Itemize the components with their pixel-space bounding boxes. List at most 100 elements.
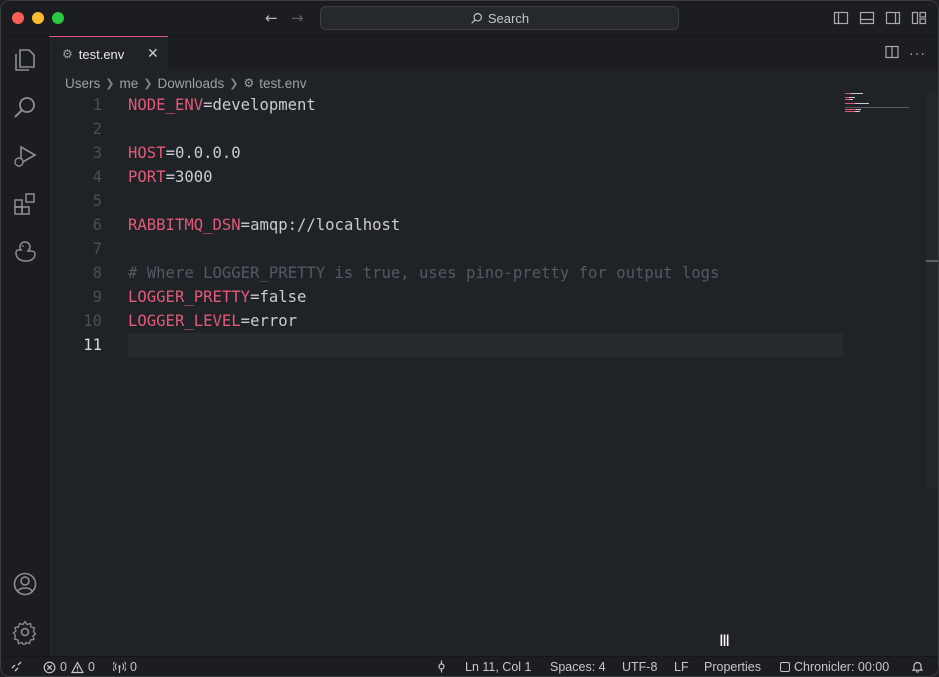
comment-text: # Where LOGGER_PRETTY is true, uses pino… <box>128 264 720 282</box>
code-editor[interactable]: 1 NODE_ENV=development 2 3 HOST=0.0.0.0 4 PORT… <box>49 93 938 656</box>
tab-label: test.env <box>78 46 125 62</box>
env-key: PORT <box>128 168 166 186</box>
indentation-setting[interactable]: Spaces: 4 <box>550 660 606 674</box>
code-line[interactable]: 4 PORT=3000 <box>49 165 843 189</box>
notifications-bell-icon[interactable] <box>911 660 924 673</box>
equals-sign: = <box>240 312 251 330</box>
editor-tab-bar: ⚙ test.env ✕ ··· <box>49 36 938 71</box>
forward-arrow-icon[interactable]: → <box>291 9 304 27</box>
duck-extension-icon[interactable] <box>12 239 38 265</box>
manage-gear-icon[interactable] <box>12 619 38 647</box>
line-content: RABBITMQ_DSN=amqp://localhost <box>128 213 400 237</box>
code-line[interactable]: 9 LOGGER_PRETTY=false <box>49 285 843 309</box>
stop-square-icon <box>780 662 790 672</box>
breadcrumb: Users ❯ me ❯ Downloads ❯ ⚙ test.env <box>65 73 307 93</box>
env-key: LOGGER_LEVEL <box>128 312 241 330</box>
line-number: 2 <box>92 120 102 138</box>
line-content: HOST=0.0.0.0 <box>128 141 241 165</box>
explorer-icon[interactable] <box>12 47 38 73</box>
line-content: # Where LOGGER_PRETTY is true, uses pino… <box>128 261 719 285</box>
error-icon <box>43 661 56 673</box>
equals-sign: = <box>240 216 251 234</box>
line-content: LOGGER_LEVEL=error <box>128 309 297 333</box>
line-number: 1 <box>92 96 102 114</box>
code-line[interactable]: 10 LOGGER_LEVEL=error <box>49 309 843 333</box>
warning-icon <box>70 660 84 673</box>
maximize-window-button[interactable] <box>52 12 64 24</box>
env-value: development <box>212 96 316 114</box>
remote-indicator-icon[interactable] <box>10 660 23 673</box>
vertical-scrollbar[interactable] <box>926 93 938 488</box>
line-number: 9 <box>92 288 102 306</box>
breadcrumb-item-file[interactable]: test.env <box>259 76 306 91</box>
breadcrumb-item-me[interactable]: me <box>119 76 138 91</box>
line-number: 11 <box>83 336 102 354</box>
git-commit-icon[interactable] <box>435 660 448 673</box>
extensions-icon[interactable] <box>12 191 38 217</box>
chronicler-indicator[interactable]: Chronicler: 00:00 <box>780 660 889 674</box>
cursor-position[interactable]: Ln 11, Col 1 <box>465 660 531 674</box>
encoding-setting[interactable]: UTF-8 <box>622 660 657 674</box>
env-key: NODE_ENV <box>128 96 204 114</box>
close-window-button[interactable] <box>12 12 24 24</box>
activity-bar <box>1 36 49 656</box>
code-line[interactable]: 3 HOST=0.0.0.0 <box>49 141 843 165</box>
line-content: PORT=3000 <box>128 165 213 189</box>
env-key: RABBITMQ_DSN <box>128 216 241 234</box>
toggle-panel-icon[interactable] <box>859 10 875 26</box>
env-key: HOST <box>128 144 166 162</box>
code-line[interactable]: 2 <box>49 117 843 141</box>
ports-indicator[interactable]: 0 <box>113 660 137 674</box>
code-line[interactable]: 8 # Where LOGGER_PRETTY is true, uses pin… <box>49 261 843 285</box>
search-sidebar-icon[interactable] <box>12 95 38 121</box>
eol-setting[interactable]: LF <box>674 660 689 674</box>
line-number: 3 <box>92 144 102 162</box>
line-content: NODE_ENV=development <box>128 93 316 117</box>
breadcrumb-item-downloads[interactable]: Downloads <box>157 76 224 91</box>
scrollbar-cursor-marker <box>926 260 938 262</box>
line-number: 5 <box>92 192 102 210</box>
mouse-ibeam-cursor-icon: Ⅲ <box>719 631 731 650</box>
more-actions-icon[interactable]: ··· <box>909 45 926 61</box>
run-and-debug-icon[interactable] <box>12 143 38 169</box>
chevron-right-icon: ❯ <box>105 77 115 90</box>
line-number: 7 <box>92 240 102 258</box>
vscode-window: ← → Search ⚙ test.env ✕ ··· Users ❯ me ❯… <box>0 0 939 677</box>
split-editor-icon[interactable] <box>885 45 899 62</box>
env-value: 3000 <box>174 168 213 186</box>
tab-test-env[interactable]: ⚙ test.env ✕ <box>49 36 168 71</box>
line-number: 4 <box>92 168 102 186</box>
line-number: 8 <box>92 264 102 282</box>
minimap[interactable] <box>845 93 925 133</box>
broadcast-icon <box>113 661 126 673</box>
code-line[interactable]: 5 <box>49 189 843 213</box>
minimize-window-button[interactable] <box>32 12 44 24</box>
code-line[interactable]: 6 RABBITMQ_DSN=amqp://localhost <box>49 213 843 237</box>
back-arrow-icon[interactable]: ← <box>265 9 278 27</box>
code-line[interactable]: 7 <box>49 237 843 261</box>
breadcrumb-item-users[interactable]: Users <box>65 76 100 91</box>
env-value: amqp://localhost <box>250 216 401 234</box>
search-icon <box>471 12 482 24</box>
customize-layout-icon[interactable] <box>911 10 927 26</box>
equals-sign: = <box>203 96 213 114</box>
accounts-icon[interactable] <box>12 571 38 597</box>
language-mode[interactable]: Properties <box>704 660 761 674</box>
chronicler-label: Chronicler: 00:00 <box>794 660 890 674</box>
equals-sign: = <box>165 168 175 186</box>
env-key: LOGGER_PRETTY <box>128 288 251 306</box>
code-line[interactable]: 11 <box>49 333 843 357</box>
env-value: 0.0.0.0 <box>174 144 241 162</box>
settings-file-icon: ⚙ <box>62 47 73 61</box>
code-line[interactable]: 1 NODE_ENV=development <box>49 93 843 117</box>
equals-sign: = <box>165 144 175 162</box>
env-value: error <box>250 312 298 330</box>
close-tab-icon[interactable]: ✕ <box>147 45 159 62</box>
toggle-primary-sidebar-icon[interactable] <box>833 10 849 26</box>
command-center-search[interactable]: Search <box>320 6 679 30</box>
chevron-right-icon: ❯ <box>229 77 239 90</box>
problems-indicator[interactable]: 0 0 <box>43 660 95 674</box>
toggle-secondary-sidebar-icon[interactable] <box>885 10 901 26</box>
warning-count: 0 <box>87 660 95 674</box>
env-value: false <box>259 288 307 306</box>
